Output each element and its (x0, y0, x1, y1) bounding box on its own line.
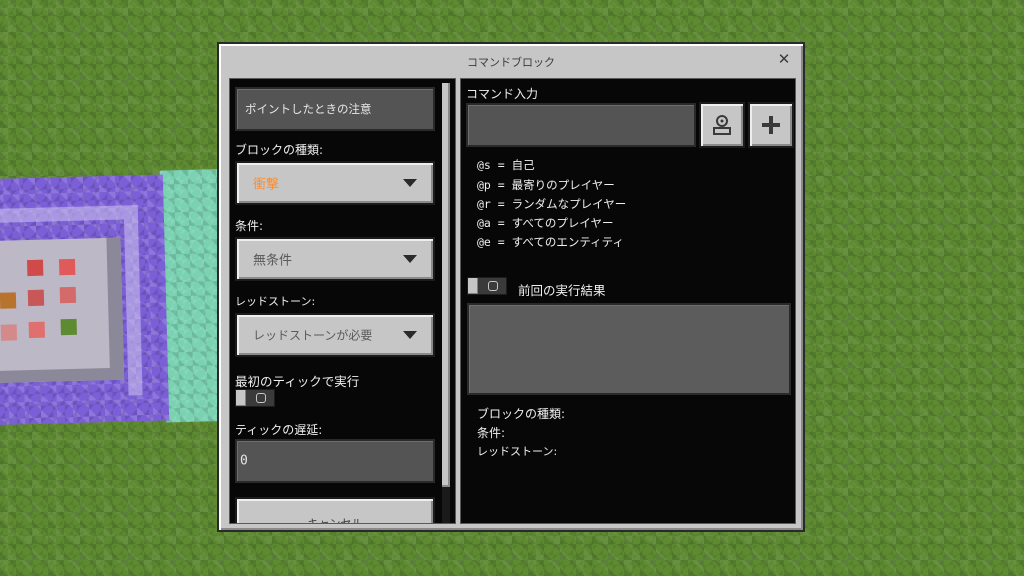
chevron-down-icon (403, 179, 417, 187)
panel-light (0, 292, 17, 309)
block-front-face (0, 174, 170, 426)
panel-light (0, 324, 18, 341)
command-block-dialog: コマンドブロック ✕ ポイントしたときの注意 ブロックの種類: 衝撃 条件: 無… (217, 42, 805, 532)
selector-equals: = (490, 197, 512, 211)
plus-icon (762, 116, 780, 134)
panel-light (58, 258, 76, 276)
selector-code: @r (477, 197, 491, 211)
command-input-label: コマンド入力 (466, 87, 539, 101)
previous-output-label: 前回の実行結果 (518, 283, 606, 298)
selector-help-line: @p = 最寄りのプレイヤー (477, 177, 615, 193)
redstone-label: レッドストーン: (235, 295, 316, 308)
info-block-type: ブロックの種類: (477, 407, 566, 421)
info-redstone: レッドストーン: (477, 445, 558, 458)
chevron-down-icon (403, 255, 417, 263)
hover-note-text: ポイントしたときの注意 (245, 102, 372, 116)
scrollbar-thumb[interactable] (442, 83, 450, 487)
selector-code: @p (477, 178, 491, 192)
selector-help-line: @s = 自己 (477, 157, 535, 173)
selector-help-line: @r = ランダムなプレイヤー (477, 196, 626, 212)
selector-description: ランダムなプレイヤー (511, 197, 627, 211)
selector-code: @s (477, 158, 491, 172)
redstone-dropdown[interactable]: レッドストーンが必要 (235, 313, 435, 357)
tick-delay-input[interactable]: 0 (235, 439, 435, 483)
selector-code: @e (477, 235, 491, 249)
selector-help-line: @a = すべてのプレイヤー (477, 215, 614, 231)
target-selector-button[interactable] (699, 102, 745, 148)
selector-code: @a (477, 216, 491, 230)
previous-output-toggle[interactable] (467, 277, 507, 295)
command-input[interactable] (466, 103, 696, 147)
first-tick-toggle[interactable] (235, 389, 275, 407)
selector-equals: = (490, 235, 512, 249)
selector-equals: = (490, 178, 512, 192)
toggle-knob (236, 390, 246, 406)
panel-light (27, 289, 45, 307)
selector-description: すべてのエンティティ (511, 235, 624, 249)
tick-delay-label: ティックの遅延: (235, 423, 323, 437)
selector-description: すべてのプレイヤー (511, 216, 614, 230)
settings-scrollbar[interactable] (442, 83, 450, 523)
add-button[interactable] (748, 102, 794, 148)
previous-output-box (467, 303, 791, 395)
settings-pane: ポイントしたときの注意 ブロックの種類: 衝撃 条件: 無条件 レッドストーン:… (229, 78, 456, 524)
tick-delay-value: 0 (240, 453, 248, 469)
block-type-value: 衝撃 (253, 177, 280, 193)
block-type-label: ブロックの種類: (235, 143, 324, 157)
hover-note-field[interactable]: ポイントしたときの注意 (235, 87, 435, 131)
panel-light (26, 259, 44, 277)
selector-equals: = (490, 216, 512, 230)
toggle-knob (468, 278, 478, 294)
chevron-down-icon (403, 331, 417, 339)
selector-description: 自己 (511, 158, 535, 172)
info-condition: 条件: (477, 426, 506, 440)
selector-description: 最寄りのプレイヤー (511, 178, 615, 192)
close-icon[interactable]: ✕ (775, 50, 793, 68)
first-tick-label: 最初のティックで実行 (235, 374, 360, 389)
cancel-button-label: キャンセル (307, 517, 363, 524)
panel-light (28, 321, 46, 339)
condition-label: 条件: (235, 219, 264, 233)
selector-help-line: @e = すべてのエンティティ (477, 234, 624, 250)
panel-light (60, 318, 77, 336)
panel-light (59, 286, 77, 304)
command-pane: コマンド入力 @s = 自己 @p = 最寄りのプレイヤー @r = ランダムな… (460, 78, 796, 524)
selector-equals: = (490, 158, 512, 172)
cancel-button[interactable]: キャンセル (235, 497, 435, 524)
block-control-panel (0, 237, 125, 384)
redstone-value: レッドストーンが必要 (253, 328, 373, 343)
toggle-off-icon (488, 281, 498, 291)
player-select-icon (713, 115, 731, 135)
toggle-off-icon (256, 393, 266, 403)
condition-dropdown[interactable]: 無条件 (235, 237, 435, 281)
command-block-in-world (0, 168, 229, 427)
block-type-dropdown[interactable]: 衝撃 (235, 161, 435, 205)
dialog-title: コマンドブロック (467, 56, 555, 69)
condition-value: 無条件 (253, 253, 293, 269)
